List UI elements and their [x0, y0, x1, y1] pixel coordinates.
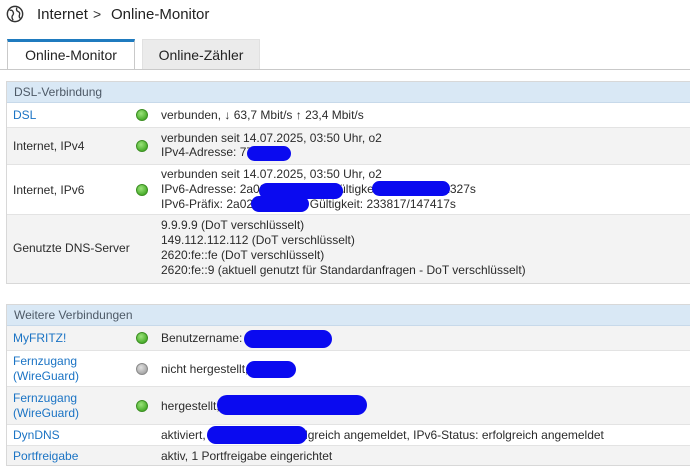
dns-server: 2620:fe::fe (DoT verschlüsselt) — [161, 248, 325, 262]
row-wireguard-1: Fernzugang (WireGuard) nicht hergestellt… — [7, 350, 690, 386]
breadcrumb-root[interactable]: Internet — [37, 6, 88, 23]
redaction-mark — [251, 196, 309, 212]
status-green-icon — [136, 332, 148, 344]
wireguard-status: hergestellt, — [161, 399, 220, 413]
dns-server: 2620:fe::9 (aktuell genutzt für Standard… — [161, 263, 526, 277]
dsl-connection-panel: DSL-Verbindung DSL verbunden, ↓ 63,7 Mbi… — [6, 81, 690, 284]
row-label: Genutzte DNS-Server — [13, 241, 130, 255]
status-green-icon — [136, 140, 148, 152]
breadcrumb-separator: > — [93, 6, 102, 22]
status-green-icon — [136, 184, 148, 196]
dns-server: 149.112.112.112 (DoT verschlüsselt) — [161, 233, 355, 247]
row-dsl: DSL verbunden, ↓ 63,7 Mbit/s ↑ 23,4 Mbit… — [7, 103, 690, 127]
row-internet-ipv6: Internet, IPv6 verbunden seit 14.07.2025… — [7, 164, 690, 214]
redaction-mark — [246, 361, 296, 378]
redaction-mark — [372, 181, 450, 196]
redaction-mark — [217, 395, 367, 415]
status-green-icon — [136, 109, 148, 121]
redaction-mark — [247, 146, 291, 161]
section-title: Weitere Verbindungen — [7, 305, 690, 326]
wireguard-link[interactable]: Fernzugang — [13, 354, 77, 369]
redaction-mark — [244, 330, 332, 348]
wireguard-link[interactable]: Fernzugang — [13, 391, 77, 406]
row-dyndns: DynDNS aktiviert, , IPv4-Status: erfolgr… — [7, 424, 690, 445]
tab-online-zaehler[interactable]: Online-Zähler — [142, 39, 260, 70]
dyndns-link[interactable]: DynDNS — [13, 428, 60, 443]
wireguard-link[interactable]: (WireGuard) — [13, 406, 79, 421]
row-wireguard-2: Fernzugang (WireGuard) hergestellt, — [7, 386, 690, 424]
portfreigabe-status: aktiv, 1 Portfreigabe eingerichtet — [161, 449, 333, 463]
row-label: Internet, IPv4 — [13, 139, 85, 153]
row-internet-ipv4: Internet, IPv4 verbunden seit 14.07.2025… — [7, 127, 690, 164]
wireguard-link[interactable]: (WireGuard) — [13, 369, 79, 384]
dsl-link[interactable]: DSL — [13, 108, 36, 123]
status-grey-icon — [136, 363, 148, 375]
globe-icon — [6, 5, 24, 23]
other-connections-panel: Weitere Verbindungen MyFRITZ! Benutzerna… — [6, 304, 690, 466]
row-label: Internet, IPv6 — [13, 183, 85, 197]
row-myfritz: MyFRITZ! Benutzername: — [7, 326, 690, 350]
ipv6-since: verbunden seit 14.07.2025, 03:50 Uhr, o2 — [161, 167, 382, 181]
breadcrumb-current: Online-Monitor — [111, 6, 210, 23]
section-title: DSL-Verbindung — [7, 82, 690, 103]
ipv4-address: IPv4-Adresse: 77 — [161, 145, 254, 159]
header: Internet > Online-Monitor — [0, 0, 690, 32]
dns-server: 9.9.9.9 (DoT verschlüsselt) — [161, 218, 305, 232]
row-portfreigabe: Portfreigabe aktiv, 1 Portfreigabe einge… — [7, 445, 690, 465]
dsl-status: verbunden, ↓ 63,7 Mbit/s ↑ 23,4 Mbit/s — [161, 108, 364, 122]
status-green-icon — [136, 400, 148, 412]
tab-online-monitor[interactable]: Online-Monitor — [7, 39, 135, 70]
myfritz-link[interactable]: MyFRITZ! — [13, 331, 66, 346]
portfreigabe-link[interactable]: Portfreigabe — [13, 449, 78, 464]
tab-divider — [0, 69, 690, 70]
redaction-mark — [207, 426, 307, 444]
wireguard-status: nicht hergestellt, — [161, 362, 249, 376]
ipv4-since: verbunden seit 14.07.2025, 03:50 Uhr, o2 — [161, 131, 382, 145]
row-dns-servers: Genutzte DNS-Server 9.9.9.9 (DoT verschl… — [7, 214, 690, 283]
myfritz-username: Benutzername: — [161, 331, 243, 345]
